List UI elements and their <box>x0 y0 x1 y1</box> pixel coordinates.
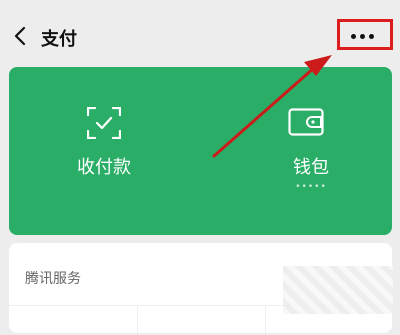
receive-pay-button[interactable]: 收付款 <box>9 67 199 235</box>
watermark <box>283 266 393 314</box>
section-title: 腾讯服务 <box>25 271 81 287</box>
wallet-icon <box>288 108 324 136</box>
wallet-label: 钱包 <box>293 157 329 178</box>
payment-card: 收付款 钱包 ••••• <box>9 67 392 235</box>
chevron-left-icon[interactable] <box>12 26 28 46</box>
scan-qr-icon <box>87 107 121 139</box>
receive-pay-label: 收付款 <box>77 157 131 178</box>
wallet-balance-masked: ••••• <box>295 182 327 192</box>
wallet-button[interactable]: 钱包 ••••• <box>201 67 391 235</box>
divider <box>265 305 266 335</box>
divider <box>137 305 138 335</box>
page-title: 支付 <box>41 29 77 50</box>
highlight-box <box>337 19 393 50</box>
